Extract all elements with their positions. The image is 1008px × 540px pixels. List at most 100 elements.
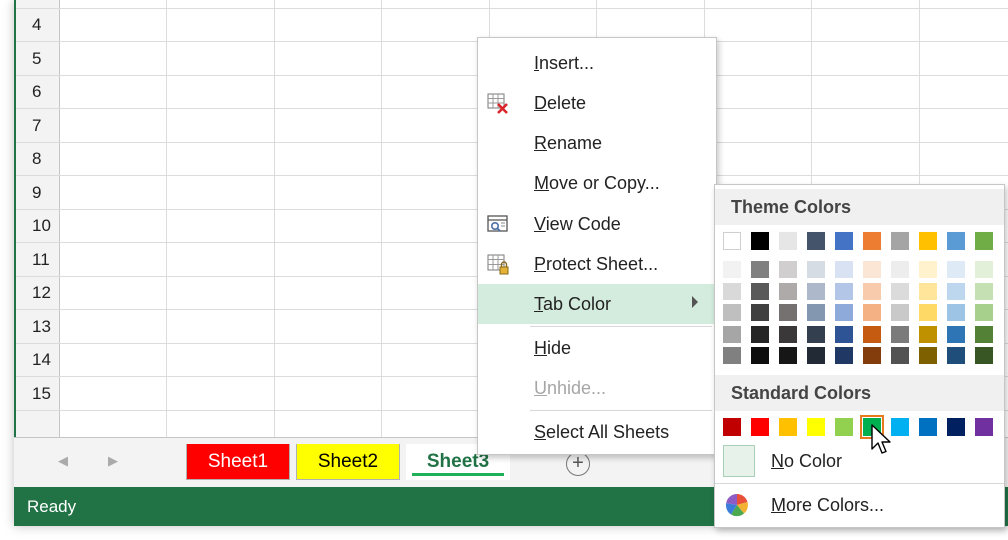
- theme-shade-swatch[interactable]: [751, 325, 769, 343]
- theme-color-swatch[interactable]: [835, 232, 853, 250]
- theme-shade-swatch[interactable]: [807, 261, 825, 278]
- row-header[interactable]: 5: [16, 42, 60, 75]
- theme-shade-swatch[interactable]: [835, 304, 853, 321]
- grid-row[interactable]: 3: [16, 0, 1008, 9]
- theme-color-swatch[interactable]: [919, 232, 937, 250]
- row-header[interactable]: [16, 411, 60, 437]
- row-header[interactable]: 13: [16, 310, 60, 343]
- row-header[interactable]: 15: [16, 377, 60, 410]
- theme-shade-swatch[interactable]: [751, 304, 769, 321]
- menu-item-move-or-copy[interactable]: Move or Copy...: [478, 163, 716, 203]
- theme-shade-swatch[interactable]: [723, 347, 741, 364]
- row-header[interactable]: 11: [16, 243, 60, 276]
- theme-shade-swatch[interactable]: [723, 261, 741, 278]
- theme-shade-swatch[interactable]: [807, 347, 825, 364]
- row-header[interactable]: 10: [16, 210, 60, 242]
- theme-shade-swatch[interactable]: [807, 282, 825, 300]
- sheet-tab-sheet1[interactable]: Sheet1: [186, 444, 290, 480]
- theme-shade-swatch[interactable]: [919, 261, 937, 278]
- standard-color-swatch[interactable]: [891, 418, 909, 436]
- row-header[interactable]: 9: [16, 176, 60, 209]
- more-colors-option[interactable]: More Colors...: [715, 485, 1004, 525]
- theme-shade-swatch[interactable]: [779, 304, 797, 321]
- menu-item-insert[interactable]: Insert...: [478, 43, 716, 83]
- theme-shade-swatch[interactable]: [723, 282, 741, 300]
- theme-shade-swatch[interactable]: [975, 325, 993, 343]
- theme-shade-swatch[interactable]: [891, 304, 909, 321]
- theme-shade-swatch[interactable]: [947, 347, 965, 364]
- menu-item-delete[interactable]: Delete: [478, 83, 716, 123]
- theme-shade-swatch[interactable]: [835, 261, 853, 278]
- theme-color-swatch[interactable]: [807, 232, 825, 250]
- standard-color-swatch[interactable]: [751, 418, 769, 436]
- theme-shade-swatch[interactable]: [835, 325, 853, 343]
- theme-shade-swatch[interactable]: [919, 347, 937, 364]
- menu-item-rename[interactable]: Rename: [478, 123, 716, 163]
- theme-shade-swatch[interactable]: [975, 347, 993, 364]
- theme-shade-swatch[interactable]: [779, 347, 797, 364]
- menu-item-hide[interactable]: Hide: [478, 328, 716, 368]
- row-header[interactable]: 12: [16, 277, 60, 309]
- theme-shade-swatch[interactable]: [863, 347, 881, 364]
- theme-shade-swatch[interactable]: [891, 325, 909, 343]
- theme-shade-swatch[interactable]: [751, 282, 769, 300]
- theme-color-swatch[interactable]: [779, 232, 797, 250]
- theme-shade-swatch[interactable]: [947, 325, 965, 343]
- menu-item-select-all-sheets[interactable]: Select All Sheets: [478, 412, 716, 452]
- row-header[interactable]: 7: [16, 109, 60, 142]
- theme-color-swatch[interactable]: [751, 232, 769, 250]
- theme-shade-swatch[interactable]: [779, 282, 797, 300]
- theme-shade-swatch[interactable]: [751, 347, 769, 364]
- theme-color-swatch[interactable]: [891, 232, 909, 250]
- row-header[interactable]: 14: [16, 344, 60, 376]
- row-header[interactable]: 6: [16, 76, 60, 108]
- standard-color-swatch[interactable]: [975, 418, 993, 436]
- theme-shade-swatch[interactable]: [947, 261, 965, 278]
- menu-item-tab-color[interactable]: Tab Color: [478, 284, 716, 324]
- scroll-tabs-left-icon[interactable]: ◀: [58, 453, 68, 469]
- theme-color-swatch[interactable]: [975, 232, 993, 250]
- theme-shade-swatch[interactable]: [751, 261, 769, 278]
- theme-shade-swatch[interactable]: [779, 325, 797, 343]
- theme-color-swatch[interactable]: [723, 232, 741, 250]
- standard-color-swatch[interactable]: [779, 418, 797, 436]
- menu-item-view-code[interactable]: View Code: [478, 204, 716, 244]
- row-header[interactable]: 4: [16, 9, 60, 41]
- standard-color-swatch[interactable]: [723, 418, 741, 436]
- theme-shade-swatch[interactable]: [919, 304, 937, 321]
- theme-shade-swatch[interactable]: [779, 261, 797, 278]
- menu-item-protect-sheet[interactable]: Protect Sheet...: [478, 244, 716, 284]
- theme-shade-swatch[interactable]: [835, 347, 853, 364]
- theme-shade-swatch[interactable]: [891, 347, 909, 364]
- theme-shade-swatch[interactable]: [863, 261, 881, 278]
- theme-shade-swatch[interactable]: [723, 325, 741, 343]
- theme-shade-swatch[interactable]: [975, 261, 993, 278]
- theme-shade-swatch[interactable]: [947, 282, 965, 300]
- theme-shade-swatch[interactable]: [919, 282, 937, 300]
- theme-shade-swatch[interactable]: [835, 282, 853, 300]
- theme-shade-swatch[interactable]: [863, 304, 881, 321]
- scroll-tabs-right-icon[interactable]: ▶: [108, 453, 118, 469]
- theme-color-swatch[interactable]: [947, 232, 965, 250]
- theme-shade-swatch[interactable]: [863, 325, 881, 343]
- theme-shade-swatch[interactable]: [891, 282, 909, 300]
- new-sheet-button[interactable]: +: [566, 452, 590, 476]
- standard-color-swatch[interactable]: [947, 418, 965, 436]
- theme-shade-swatch[interactable]: [807, 325, 825, 343]
- row-header[interactable]: 8: [16, 143, 60, 175]
- theme-shade-swatch[interactable]: [947, 304, 965, 321]
- theme-shade-swatch[interactable]: [723, 304, 741, 321]
- row-header[interactable]: 3: [16, 0, 60, 8]
- menu-item-unhide[interactable]: Unhide...: [478, 368, 716, 408]
- sheet-tab-sheet2[interactable]: Sheet2: [296, 444, 400, 480]
- standard-color-swatch[interactable]: [919, 418, 937, 436]
- theme-shade-swatch[interactable]: [919, 325, 937, 343]
- theme-shade-swatch[interactable]: [975, 304, 993, 321]
- standard-color-swatch[interactable]: [807, 418, 825, 436]
- theme-shade-swatch[interactable]: [863, 282, 881, 300]
- theme-shade-swatch[interactable]: [807, 304, 825, 321]
- no-color-option[interactable]: No Color: [715, 441, 1004, 481]
- theme-color-swatch[interactable]: [863, 232, 881, 250]
- theme-shade-swatch[interactable]: [975, 282, 993, 300]
- standard-color-swatch[interactable]: [835, 418, 853, 436]
